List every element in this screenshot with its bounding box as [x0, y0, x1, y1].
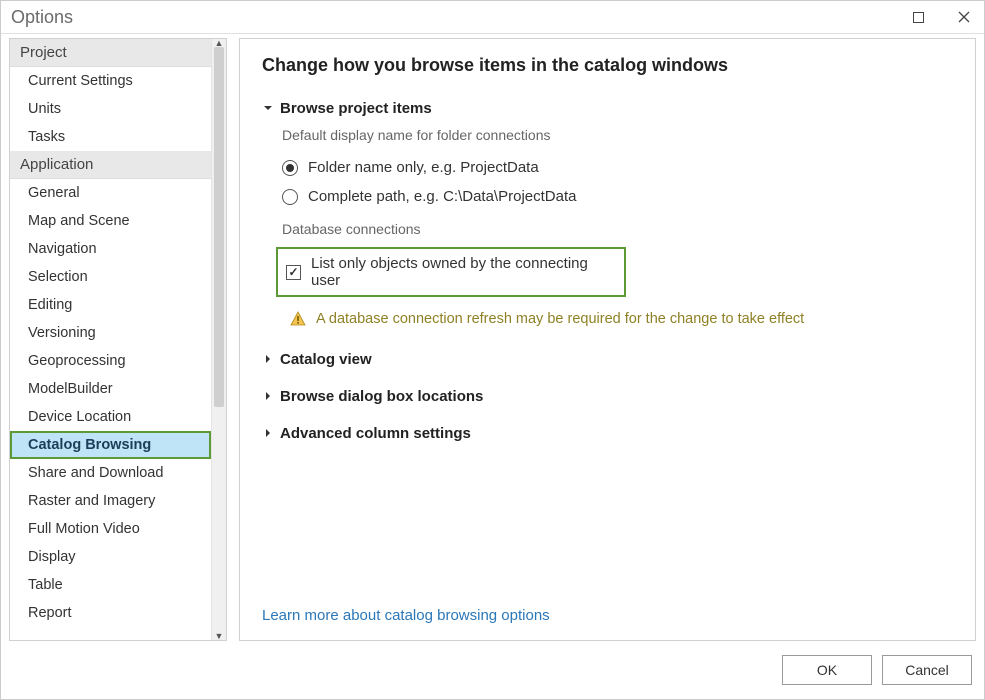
page-title: Change how you browse items in the catal…: [262, 55, 953, 76]
sidebar-item-current-settings[interactable]: Current Settings: [10, 67, 211, 95]
titlebar: Options: [1, 1, 984, 34]
database-connections-label: Database connections: [282, 221, 953, 237]
sidebar-item-modelbuilder[interactable]: ModelBuilder: [10, 375, 211, 403]
sidebar-item-display[interactable]: Display: [10, 543, 211, 571]
sidebar-item-report[interactable]: Report: [10, 599, 211, 627]
maximize-button[interactable]: [904, 5, 932, 29]
content-panel: Change how you browse items in the catal…: [239, 38, 976, 641]
sidebar-item-units[interactable]: Units: [10, 95, 211, 123]
section-advanced-column-settings[interactable]: Advanced column settings: [262, 419, 953, 448]
section-title: Catalog view: [280, 351, 372, 368]
sidebar-item-map-and-scene[interactable]: Map and Scene: [10, 207, 211, 235]
close-button[interactable]: [950, 5, 978, 29]
section-catalog-view[interactable]: Catalog view: [262, 345, 953, 374]
warning-row: A database connection refresh may be req…: [290, 311, 953, 327]
close-icon: [958, 11, 970, 23]
section-title: Advanced column settings: [280, 425, 471, 442]
checkbox-label: List only objects owned by the connectin…: [311, 255, 616, 289]
checkbox-list-owned-objects[interactable]: List only objects owned by the connectin…: [286, 253, 616, 291]
radio-label: Folder name only, e.g. ProjectData: [308, 159, 539, 176]
radio-icon: [282, 160, 298, 176]
sidebar: Project Current Settings Units Tasks App…: [9, 38, 227, 641]
radio-complete-path[interactable]: Complete path, e.g. C:\Data\ProjectData: [282, 186, 953, 207]
highlighted-checkbox-container: List only objects owned by the connectin…: [276, 247, 626, 297]
maximize-icon: [913, 12, 924, 23]
sidebar-item-share-and-download[interactable]: Share and Download: [10, 459, 211, 487]
sidebar-tree: Project Current Settings Units Tasks App…: [10, 39, 211, 640]
section-browse-project-items[interactable]: Browse project items: [262, 94, 953, 123]
radio-icon: [282, 189, 298, 205]
body: Project Current Settings Units Tasks App…: [1, 34, 984, 641]
sidebar-item-geoprocessing[interactable]: Geoprocessing: [10, 347, 211, 375]
chevron-down-icon: [262, 100, 274, 117]
sidebar-item-navigation[interactable]: Navigation: [10, 235, 211, 263]
chevron-right-icon: [262, 388, 274, 405]
ok-button[interactable]: OK: [782, 655, 872, 685]
radio-folder-name-only[interactable]: Folder name only, e.g. ProjectData: [282, 157, 953, 178]
section-title: Browse project items: [280, 100, 432, 117]
sidebar-item-device-location[interactable]: Device Location: [10, 403, 211, 431]
footer: OK Cancel: [1, 641, 984, 699]
scrollbar-thumb[interactable]: [214, 47, 224, 407]
checkbox-icon: [286, 265, 301, 280]
sidebar-scrollbar[interactable]: ▲ ▼: [211, 39, 226, 640]
learn-more-link[interactable]: Learn more about catalog browsing option…: [262, 587, 953, 624]
sidebar-item-versioning[interactable]: Versioning: [10, 319, 211, 347]
window-controls: [904, 5, 978, 29]
sidebar-item-table[interactable]: Table: [10, 571, 211, 599]
sidebar-item-tasks[interactable]: Tasks: [10, 123, 211, 151]
folder-connections-label: Default display name for folder connecti…: [282, 127, 953, 143]
sidebar-item-raster-and-imagery[interactable]: Raster and Imagery: [10, 487, 211, 515]
sidebar-item-full-motion-video[interactable]: Full Motion Video: [10, 515, 211, 543]
scroll-down-icon[interactable]: ▼: [212, 630, 226, 642]
sidebar-item-selection[interactable]: Selection: [10, 263, 211, 291]
chevron-right-icon: [262, 351, 274, 368]
window-title: Options: [11, 7, 73, 28]
warning-text: A database connection refresh may be req…: [316, 311, 804, 327]
section-browse-dialog-locations[interactable]: Browse dialog box locations: [262, 382, 953, 411]
cancel-button[interactable]: Cancel: [882, 655, 972, 685]
section-title: Browse dialog box locations: [280, 388, 483, 405]
chevron-right-icon: [262, 425, 274, 442]
sidebar-category-application[interactable]: Application: [10, 151, 211, 179]
sidebar-category-project[interactable]: Project: [10, 39, 211, 67]
sidebar-item-general[interactable]: General: [10, 179, 211, 207]
radio-label: Complete path, e.g. C:\Data\ProjectData: [308, 188, 576, 205]
sidebar-item-editing[interactable]: Editing: [10, 291, 211, 319]
warning-icon: [290, 311, 306, 327]
sidebar-item-catalog-browsing[interactable]: Catalog Browsing: [10, 431, 211, 459]
